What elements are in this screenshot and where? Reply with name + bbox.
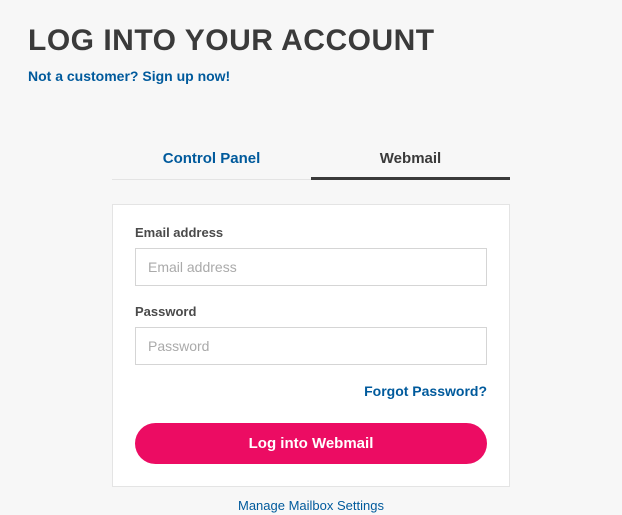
email-label: Email address bbox=[135, 225, 487, 240]
tabs: Control Panel Webmail bbox=[112, 140, 510, 180]
password-label: Password bbox=[135, 304, 487, 319]
password-input[interactable] bbox=[135, 327, 487, 365]
tab-control-panel[interactable]: Control Panel bbox=[112, 140, 311, 179]
email-field-group: Email address bbox=[135, 225, 487, 286]
manage-row: Manage Mailbox Settings bbox=[112, 497, 510, 515]
forgot-password-link[interactable]: Forgot Password? bbox=[364, 383, 487, 399]
tab-webmail[interactable]: Webmail bbox=[311, 140, 510, 179]
tabs-container: Control Panel Webmail bbox=[28, 140, 594, 180]
panel-wrapper: Email address Password Forgot Password? … bbox=[28, 204, 594, 515]
manage-mailbox-link[interactable]: Manage Mailbox Settings bbox=[238, 498, 384, 513]
password-field-group: Password bbox=[135, 304, 487, 365]
email-input[interactable] bbox=[135, 248, 487, 286]
page-title: LOG INTO YOUR ACCOUNT bbox=[28, 24, 594, 58]
login-button[interactable]: Log into Webmail bbox=[135, 423, 487, 464]
login-panel: Email address Password Forgot Password? … bbox=[112, 204, 510, 487]
forgot-row: Forgot Password? bbox=[135, 383, 487, 401]
signup-link[interactable]: Not a customer? Sign up now! bbox=[28, 68, 230, 84]
